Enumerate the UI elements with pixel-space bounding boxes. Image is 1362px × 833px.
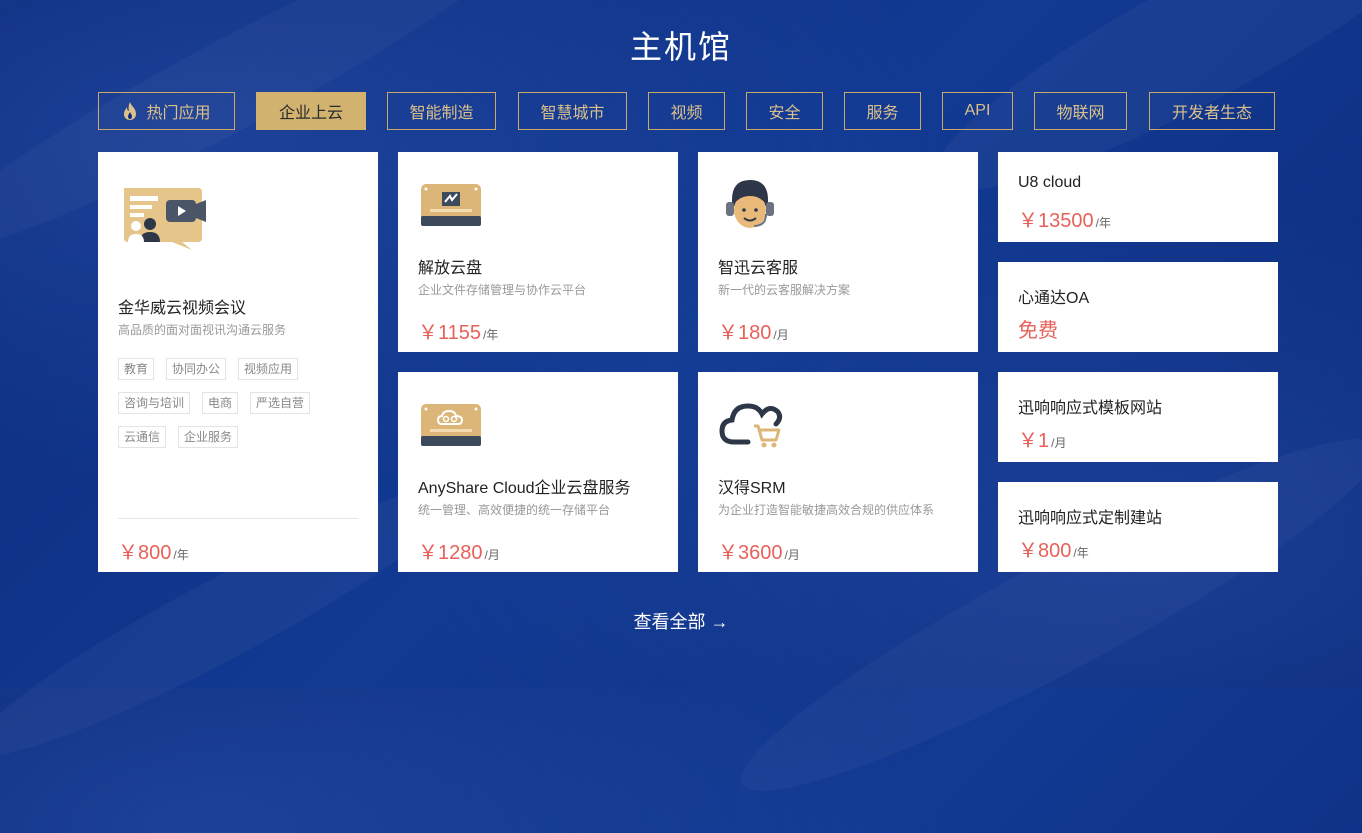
price-amount: ￥13500 (1018, 210, 1094, 232)
product-price: ￥800/年 (1018, 534, 1089, 563)
product-price: ￥1/月 (1018, 424, 1066, 453)
tab-label: API (964, 102, 991, 119)
product-price: ￥1280/月 (418, 536, 500, 565)
tab-smart-manufacturing[interactable]: 智能制造 (387, 92, 496, 130)
tab-label: 安全 (768, 105, 801, 122)
tab-label: 视频 (670, 105, 703, 122)
price-unit: /年 (1073, 546, 1089, 560)
product-price: ￥13500/年 (1018, 204, 1111, 233)
price-unit: /年 (1095, 216, 1111, 230)
price-amount: ￥800 (1018, 540, 1072, 562)
price-amount: ￥1280 (418, 542, 483, 564)
side-product-card[interactable]: 迅响响应式模板网站 ￥1/月 (998, 372, 1278, 462)
product-name: 汉得SRM (718, 480, 786, 497)
tag[interactable]: 教育 (118, 358, 155, 380)
product-price: ￥180/月 (718, 316, 789, 345)
product-name: AnyShare Cloud企业云盘服务 (418, 480, 631, 497)
product-name: U8 cloud (1018, 174, 1082, 191)
tab-label: 物联网 (1056, 105, 1105, 122)
tab-enterprise-cloud[interactable]: 企业上云 (256, 92, 366, 130)
tag[interactable]: 企业服务 (178, 426, 239, 448)
product-name: 智迅云客服 (718, 260, 799, 277)
price-unit: /月 (773, 328, 789, 342)
product-card[interactable]: 汉得SRM 为企业打造智能敏捷高效合规的供应体系 ￥3600/月 (698, 372, 978, 572)
product-name: 金华威云视频会议 (118, 300, 247, 317)
cloud-disk-icon (420, 182, 482, 235)
price-unit: /年 (483, 328, 499, 342)
video-conference-icon (120, 184, 210, 257)
page-title: 主机馆 (629, 29, 732, 65)
tab-security[interactable]: 安全 (746, 92, 823, 130)
price-unit: /月 (1051, 436, 1067, 450)
tab-developer-ecosystem[interactable]: 开发者生态 (1149, 92, 1275, 130)
tag[interactable]: 协同办公 (166, 358, 227, 380)
tab-smart-city[interactable]: 智慧城市 (518, 92, 627, 130)
product-name: 解放云盘 (418, 260, 483, 277)
tag[interactable]: 严选自营 (250, 392, 311, 414)
tag[interactable]: 咨询与培训 (118, 392, 191, 414)
tab-services[interactable]: 服务 (844, 92, 921, 130)
tag[interactable]: 云通信 (118, 426, 167, 448)
tab-label: 服务 (866, 105, 899, 122)
product-desc: 新一代的云客服解决方案 (718, 283, 851, 297)
side-product-card[interactable]: 迅响响应式定制建站 ￥800/年 (998, 482, 1278, 572)
tab-label: 企业上云 (278, 105, 343, 122)
tab-label: 开发者生态 (1171, 105, 1252, 122)
product-card[interactable]: 智迅云客服 新一代的云客服解决方案 ￥180/月 (698, 152, 978, 352)
tab-label: 热门应用 (146, 105, 211, 122)
price-unit: /月 (784, 548, 800, 562)
product-price: ￥1155/年 (418, 316, 498, 345)
product-price: ￥800/年 (118, 536, 189, 565)
price-amount: ￥1 (1018, 430, 1050, 452)
tab-label: 智能制造 (409, 105, 474, 122)
tag-list: 教育 协同办公 视频应用 咨询与培训 电商 严选自营 云通信 企业服务 (118, 358, 358, 460)
category-tabs: 热门应用 企业上云 智能制造 智慧城市 视频 安全 服务 API 物联网 开发者… (98, 92, 1278, 130)
product-name: 迅响响应式定制建站 (1018, 510, 1163, 527)
product-desc: 统一管理、高效便捷的统一存储平台 (418, 503, 611, 517)
side-product-card[interactable]: 心通达OA 免费 (998, 262, 1278, 352)
divider (118, 518, 358, 519)
tag[interactable]: 电商 (202, 392, 239, 414)
tab-api[interactable]: API (942, 92, 1013, 130)
side-product-card[interactable]: U8 cloud ￥13500/年 (998, 152, 1278, 242)
product-desc: 企业文件存储管理与协作云平台 (418, 283, 587, 297)
price-unit: /年 (173, 548, 189, 562)
tab-video[interactable]: 视频 (648, 92, 725, 130)
product-name: 心通达OA (1018, 290, 1090, 307)
product-card-featured[interactable]: 金华威云视频会议 高品质的面对面视讯沟通云服务 教育 协同办公 视频应用 咨询与培训… (98, 152, 378, 572)
price-amount: ￥180 (718, 322, 772, 344)
product-card[interactable]: AnyShare Cloud企业云盘服务 统一管理、高效便捷的统一存储平台 ￥1… (398, 372, 678, 572)
customer-service-icon (722, 176, 778, 239)
tag[interactable]: 视频应用 (238, 358, 299, 380)
free-badge: 免费 (1018, 320, 1058, 342)
price-amount: ￥3600 (718, 542, 783, 564)
product-desc: 高品质的面对面视讯沟通云服务 (118, 323, 287, 337)
product-desc: 为企业打造智能敏捷高效合规的供应体系 (718, 503, 935, 517)
price-amount: ￥800 (118, 542, 172, 564)
tab-hot-apps[interactable]: 热门应用 (98, 92, 235, 130)
cloud-cart-icon (718, 398, 784, 455)
view-all-link[interactable]: 查看全部 → (0, 608, 1362, 634)
tab-iot[interactable]: 物联网 (1034, 92, 1127, 130)
flame-icon (122, 101, 138, 121)
price-amount: ￥1155 (418, 322, 482, 344)
product-card[interactable]: 解放云盘 企业文件存储管理与协作云平台 ￥1155/年 (398, 152, 678, 352)
product-price: ￥3600/月 (718, 536, 800, 565)
price-unit: /月 (484, 548, 500, 562)
tab-label: 智慧城市 (540, 105, 605, 122)
cloud-storage-icon (420, 402, 482, 455)
product-name: 迅响响应式模板网站 (1018, 400, 1163, 417)
